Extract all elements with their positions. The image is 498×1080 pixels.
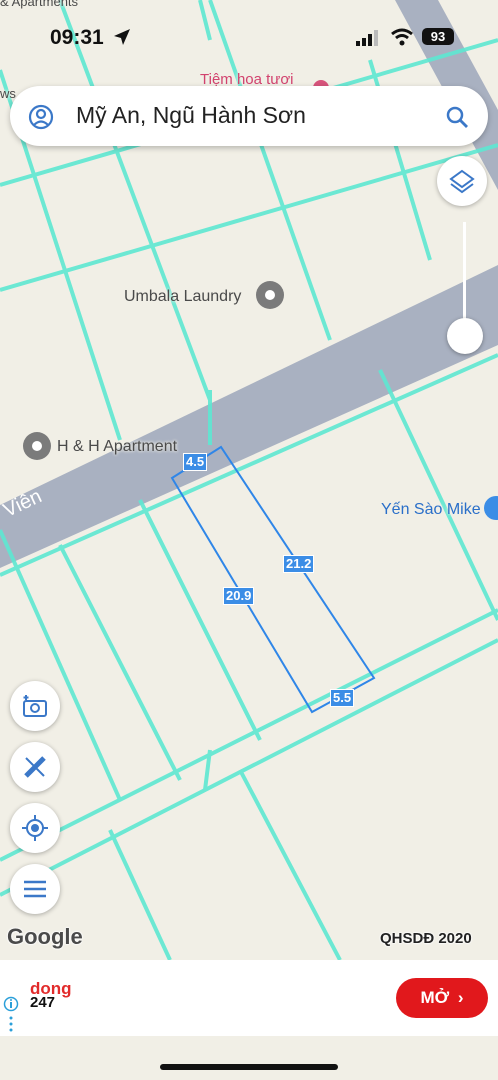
opacity-slider-thumb[interactable] (447, 318, 483, 354)
top-left-label: & Apartments (0, 0, 79, 9)
open-ad-label: MỞ (420, 988, 450, 1007)
wifi-icon (391, 28, 413, 46)
my-location-button[interactable] (10, 803, 60, 853)
add-photo-icon (23, 695, 47, 717)
search-bar[interactable]: Mỹ An, Ngũ Hành Sơn (10, 86, 488, 146)
dimension-bottom: 5.5 (330, 689, 355, 707)
laundry-label[interactable]: Umbala Laundry (124, 288, 241, 306)
layers-button[interactable] (437, 156, 487, 206)
shop-label[interactable]: Yến Sào Mike (381, 501, 481, 519)
status-time: 09:31 (50, 26, 104, 49)
ad-brand-logo: dong 247 (30, 980, 72, 1011)
camera-button[interactable] (10, 681, 60, 731)
menu-button[interactable] (10, 864, 60, 914)
info-icon[interactable] (3, 996, 19, 1034)
left-edge-label: ws (0, 86, 16, 101)
layers-icon (449, 169, 475, 194)
apartment-label[interactable]: H & H Apartment (57, 438, 177, 456)
crosshair-icon (22, 815, 48, 841)
laundry-pin-icon (256, 281, 284, 309)
ruler-icon (24, 756, 46, 778)
search-query[interactable]: Mỹ An, Ngũ Hành Sơn (76, 102, 306, 129)
status-bar: 09:31 93 (0, 24, 498, 54)
home-indicator[interactable] (160, 1064, 338, 1070)
account-icon[interactable] (28, 104, 54, 130)
open-ad-button[interactable]: MỞ › (396, 978, 488, 1018)
apartment-pin-icon (23, 432, 51, 460)
google-logo: Google (7, 924, 83, 949)
ad-brand-bottom: 247 (30, 994, 56, 1011)
menu-icon (24, 880, 46, 898)
ad-banner[interactable]: dong 247 MỞ › (0, 960, 498, 1036)
chevron-right-icon: › (457, 988, 464, 1007)
battery-level: 93 (430, 29, 446, 44)
measure-button[interactable] (10, 742, 60, 792)
signal-icon (356, 30, 378, 46)
dimension-right: 21.2 (283, 555, 315, 573)
dimension-top: 4.5 (183, 453, 208, 471)
opacity-slider-track[interactable] (463, 222, 466, 332)
dimension-left: 20.9 (223, 587, 255, 605)
location-arrow-icon (114, 29, 130, 45)
search-icon[interactable] (444, 104, 470, 130)
map-canvas[interactable] (0, 0, 498, 1080)
battery-icon: 93 (422, 28, 454, 45)
layer-name-label: QHSDĐ 2020 (380, 930, 472, 947)
